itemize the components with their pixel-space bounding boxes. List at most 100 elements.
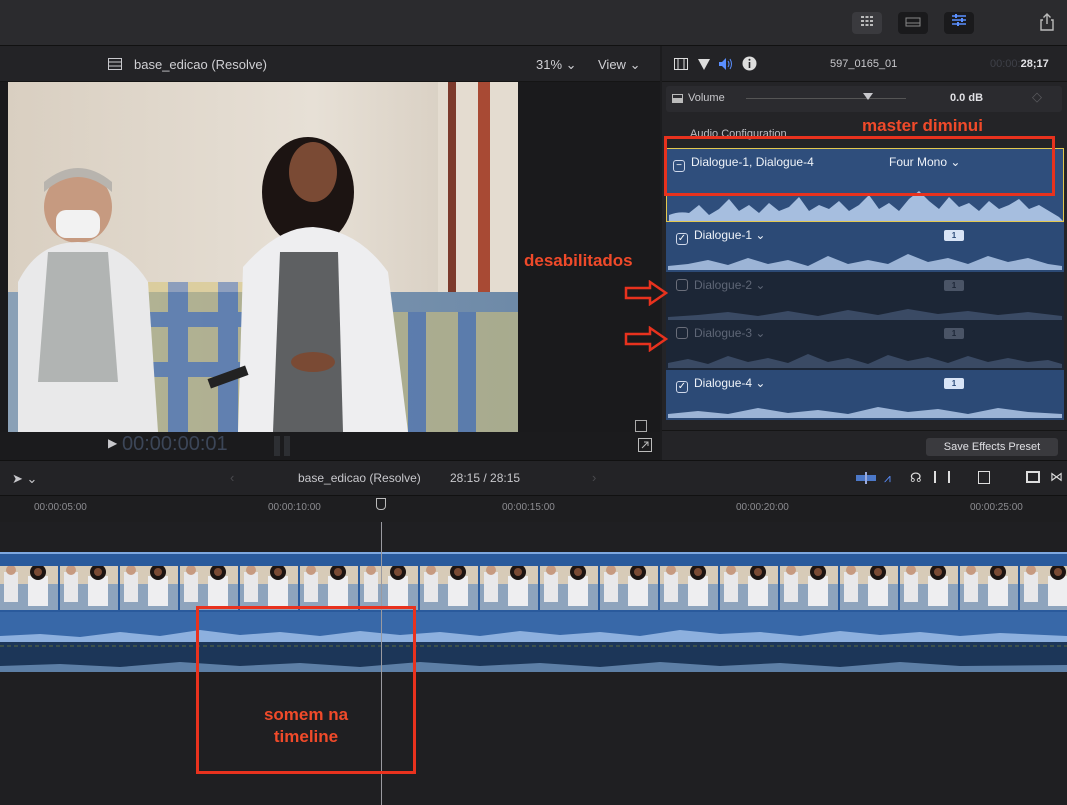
index-icon[interactable] — [1026, 471, 1040, 483]
channel-4-badge: 1 — [944, 378, 964, 389]
channel-4-checkbox[interactable]: ✓ — [676, 381, 688, 393]
browser-toggle-button[interactable] — [852, 12, 882, 34]
volume-icon — [672, 94, 683, 103]
volume-slider[interactable] — [746, 98, 906, 99]
ruler-mark-5: 00:00:25:00 — [970, 502, 1023, 513]
channel-4-name: Dialogue-4 — [694, 376, 753, 390]
chevron-down-icon: ⌄ — [755, 228, 766, 242]
timeline-icon — [905, 17, 921, 27]
channel-1-checkbox[interactable]: ✓ — [676, 233, 688, 245]
video-clip[interactable] — [0, 552, 1067, 612]
info-icon[interactable] — [742, 56, 757, 71]
snapping-icon[interactable] — [934, 471, 950, 483]
filter-icon[interactable] — [698, 59, 710, 70]
transitions-icon[interactable]: ⋈ — [1050, 469, 1063, 485]
channel-2-checkbox[interactable] — [676, 279, 688, 291]
volume-row: Volume 0.0 dB ◇ — [666, 86, 1062, 112]
ruler-mark-4: 00:00:20:00 — [736, 502, 789, 513]
channel-4-waveform — [668, 407, 1062, 418]
expand-icon[interactable] — [638, 438, 652, 452]
forward-icon[interactable]: › — [592, 470, 596, 485]
video-frame — [8, 82, 518, 432]
timeline-ruler: 00:00:05:00 00:00:10:00 00:00:15:00 00:0… — [0, 496, 1067, 522]
audio-skimming-icon[interactable]: ⩘ — [884, 471, 891, 486]
top-toolbar — [0, 0, 1067, 46]
save-effects-preset-button[interactable]: Save Effects Preset — [926, 438, 1058, 456]
chevron-down-icon: ⌄ — [629, 57, 641, 72]
grid-icon — [861, 16, 873, 26]
channel-1-name: Dialogue-1 — [694, 228, 753, 242]
annotation-timeline-box — [196, 606, 416, 774]
timeline — [0, 522, 1067, 805]
channel-2-name: Dialogue-2 — [694, 278, 753, 292]
ruler-mark-1: 00:00:05:00 — [34, 502, 87, 513]
volume-value[interactable]: 0.0 dB — [950, 92, 983, 104]
volume-slider-handle[interactable] — [863, 93, 873, 100]
ruler-mark-3: 00:00:15:00 — [502, 502, 555, 513]
chevron-down-icon: ⌄ — [755, 376, 766, 390]
volume-label: Volume — [688, 92, 725, 104]
annotation-master-box — [664, 136, 1055, 196]
playhead-icon[interactable] — [376, 498, 386, 510]
fullscreen-icon[interactable] — [635, 420, 647, 432]
channel-3-badge: 1 — [944, 328, 964, 339]
keyframe-icon[interactable]: ◇ — [1032, 89, 1042, 105]
inspector-duration: 00:00:28;17 — [990, 58, 1049, 70]
viewer-header: base_edicao (Resolve) 31% ⌄ View ⌄ — [0, 46, 660, 82]
viewer-playbar: ▶ 00:00:00:01 — [0, 432, 660, 460]
audio-channel-row-1[interactable]: ✓ Dialogue-1 ⌄ 1 — [666, 222, 1064, 272]
timeline-toggle-button[interactable] — [898, 12, 928, 34]
headphones-icon[interactable]: ☊ — [910, 470, 922, 486]
view-dropdown[interactable]: View ⌄ — [598, 57, 640, 73]
chevron-down-icon: ⌄ — [755, 278, 766, 292]
timeline-header: ➤ ⌄ ‹ base_edicao (Resolve) 28:15 / 28:1… — [0, 460, 1067, 496]
speaker-icon[interactable] — [718, 57, 734, 71]
ruler-mark-2: 00:00:10:00 — [268, 502, 321, 513]
annotation-timeline-line-1: somem na — [263, 705, 349, 724]
sliders-icon — [952, 14, 966, 26]
channel-3-checkbox[interactable] — [676, 327, 688, 339]
annotation-arrow-1-icon — [624, 280, 668, 306]
channel-3-waveform — [668, 354, 1062, 368]
video-filmstrip — [0, 566, 1067, 610]
channel-2-badge: 1 — [944, 280, 964, 291]
back-icon[interactable]: ‹ — [230, 470, 234, 485]
channel-row-1-label: ✓ Dialogue-1 ⌄ — [676, 228, 765, 245]
channel-row-4-label: ✓ Dialogue-4 ⌄ — [676, 376, 765, 393]
select-tool-button[interactable]: ➤ ⌄ — [12, 471, 37, 487]
chevron-down-icon: ⌄ — [755, 326, 766, 340]
annotation-disabled-text: desabilitados — [524, 251, 633, 270]
inspector-header: 597_0165_01 00:00:28;17 — [662, 46, 1067, 82]
zoom-value: 31% — [536, 57, 563, 72]
channel-row-3-label: Dialogue-3 ⌄ — [676, 326, 765, 340]
skimming-icon[interactable] — [856, 472, 876, 484]
audio-channel-row-2[interactable]: Dialogue-2 ⌄ 1 — [666, 272, 1064, 320]
annotation-timeline-text: somem na timeline — [196, 704, 416, 748]
audio-inspector: 597_0165_01 00:00:28;17 Volume 0.0 dB ◇ … — [662, 46, 1067, 460]
viewer-clip-title: base_edicao (Resolve) — [134, 57, 267, 72]
clip-appearance-icon[interactable] — [978, 471, 990, 484]
share-icon[interactable] — [1040, 13, 1054, 36]
timeline-project-title: base_edicao (Resolve) — [298, 471, 421, 485]
audio-waveform — [0, 612, 1067, 672]
inspector-toggle-button[interactable] — [944, 12, 974, 34]
play-icon[interactable]: ▶ — [108, 436, 117, 450]
duration-value: 28;17 — [1020, 58, 1049, 70]
channel-3-name: Dialogue-3 — [694, 326, 753, 340]
channel-1-waveform — [668, 254, 1062, 270]
chevron-down-icon: ⌄ — [565, 57, 577, 72]
channel-2-waveform — [668, 309, 1062, 320]
audio-clip[interactable] — [0, 612, 1067, 672]
channel-row-2-label: Dialogue-2 ⌄ — [676, 278, 765, 292]
view-label: View — [598, 57, 626, 72]
zoom-dropdown[interactable]: 31% ⌄ — [536, 57, 577, 73]
inspector-divider — [662, 430, 1067, 431]
audio-channel-row-4[interactable]: ✓ Dialogue-4 ⌄ 1 — [666, 370, 1064, 420]
audio-meter-left — [274, 436, 280, 456]
film-icon — [108, 58, 122, 70]
audio-channel-row-3[interactable]: Dialogue-3 ⌄ 1 — [666, 320, 1064, 370]
film-icon[interactable] — [674, 58, 688, 70]
annotation-timeline-line-2: timeline — [273, 727, 339, 746]
channel-1-badge: 1 — [944, 230, 964, 241]
annotation-arrow-2-icon — [624, 326, 668, 352]
